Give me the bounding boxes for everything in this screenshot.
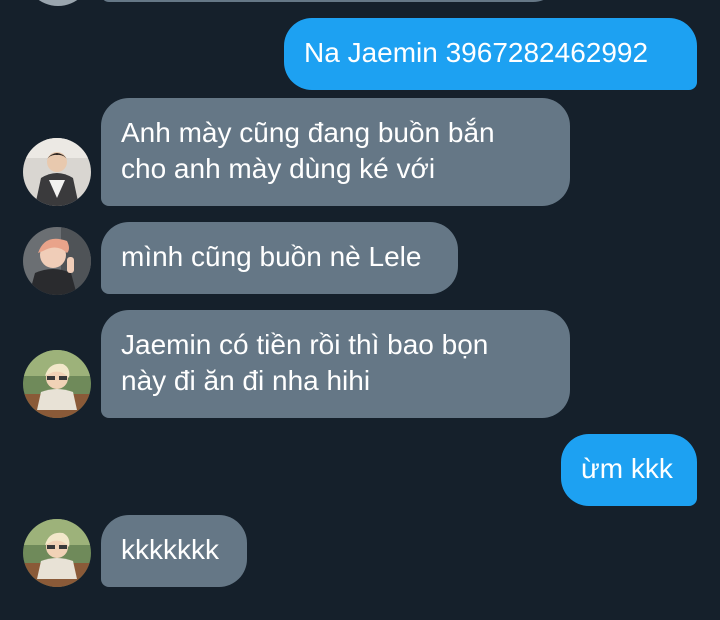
user-avatar-2[interactable] bbox=[23, 227, 91, 295]
user-avatar-3[interactable] bbox=[23, 519, 91, 587]
message-bubble-incoming[interactable]: Jaemin có tiền rồi thì bao bọn này đi ăn… bbox=[101, 310, 570, 418]
message-bubble-incoming[interactable]: mình cũng buồn nè Lele bbox=[101, 222, 458, 294]
message-bubble-incoming[interactable]: Anh mày cũng đang buồn bắn cho anh mày d… bbox=[101, 98, 570, 206]
user-avatar-1[interactable] bbox=[23, 138, 91, 206]
user-avatar-3[interactable] bbox=[23, 350, 91, 418]
message-bubble-outgoing[interactable]: Na Jaemin 3967282462992 bbox=[284, 18, 697, 90]
message-text: ừm kkk bbox=[581, 453, 673, 484]
message-text: Anh mày cũng đang buồn bắn bbox=[121, 117, 495, 148]
message-text: cho anh mày dùng ké với bbox=[121, 153, 436, 184]
message-text: này đi ăn đi nha hihi bbox=[121, 365, 371, 396]
message-bubble-incoming[interactable] bbox=[101, 0, 561, 2]
message-text: Na Jaemin 3967282462992 bbox=[304, 37, 649, 68]
message-text: Jaemin có tiền rồi thì bao bọn bbox=[121, 329, 489, 360]
message-text: mình cũng buồn nè Lele bbox=[121, 241, 422, 272]
avatar[interactable] bbox=[24, 0, 92, 6]
message-bubble-outgoing[interactable]: ừm kkk bbox=[561, 434, 697, 506]
chat-thread: Na Jaemin 3967282462992 Anh mày cũng đan… bbox=[0, 0, 720, 620]
message-text: kkkkkkk bbox=[121, 534, 219, 565]
message-bubble-incoming[interactable]: kkkkkkk bbox=[101, 515, 247, 587]
